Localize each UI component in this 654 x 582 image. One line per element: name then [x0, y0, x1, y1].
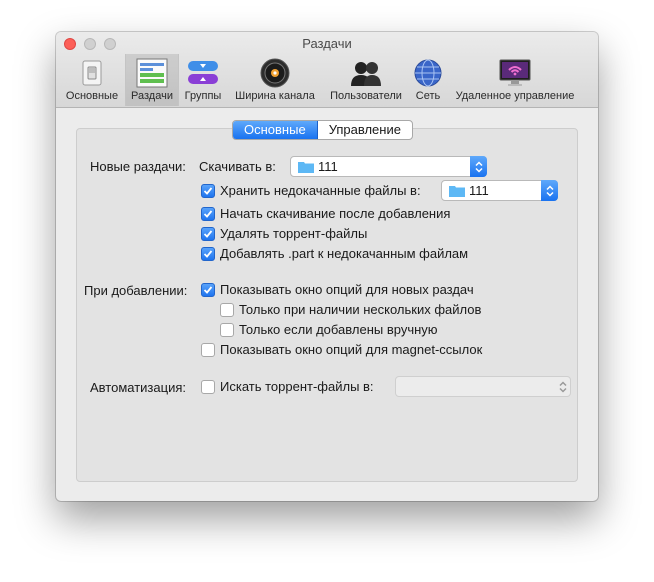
toolbar-item-general[interactable]: Основные: [62, 54, 122, 106]
speed-dial-icon: [260, 58, 290, 88]
toolbar-label-transfers: Раздачи: [131, 90, 173, 102]
users-icon: [351, 62, 381, 86]
toolbar-label-network: Сеть: [415, 90, 441, 102]
download-folder-value: 111: [318, 159, 338, 174]
automation-label: Автоматизация:: [90, 380, 186, 395]
transfers-list-icon: [136, 58, 168, 88]
toolbar-label-groups: Группы: [184, 90, 222, 102]
toolbar-item-users[interactable]: Пользователи: [324, 54, 408, 106]
toolbar-label-general: Основные: [65, 90, 119, 102]
popup-arrows-icon: [554, 376, 571, 397]
append-part-row[interactable]: Добавлять .part к недокачанным файлам: [201, 246, 468, 261]
start-after-add-checkbox[interactable]: [201, 206, 215, 221]
watch-folder-row[interactable]: Искать торрент-файлы в:: [201, 379, 374, 394]
tab-basic[interactable]: Основные: [233, 121, 318, 139]
watch-folder-popup[interactable]: [395, 376, 571, 397]
append-part-checkbox[interactable]: [201, 246, 215, 261]
show-options-checkbox[interactable]: [201, 282, 215, 297]
toolbar-label-bandwidth: Ширина канала: [235, 90, 315, 102]
only-manual-checkbox[interactable]: [220, 322, 234, 337]
window-title: Раздачи: [302, 36, 352, 51]
show-magnet-row[interactable]: Показывать окно опций для magnet-ссылок: [201, 342, 482, 357]
toolbar-label-users: Пользователи: [330, 90, 402, 102]
toolbar-item-transfers[interactable]: Раздачи: [125, 54, 179, 106]
incomplete-folder-value: 111: [469, 183, 489, 198]
tab-management[interactable]: Управление: [318, 121, 412, 139]
toolbar-item-remote[interactable]: Удаленное управление: [448, 54, 582, 106]
only-manual-label: Только если добавлены вручную: [239, 322, 438, 337]
start-after-add-row[interactable]: Начать скачивание после добавления: [201, 206, 450, 221]
keep-incomplete-label: Хранить недокачанные файлы в:: [220, 183, 421, 198]
download-to-label: Скачивать в:: [199, 159, 276, 174]
append-part-label: Добавлять .part к недокачанным файлам: [220, 246, 469, 261]
incomplete-folder-popup[interactable]: 111: [441, 180, 558, 201]
show-options-row[interactable]: Показывать окно опций для новых раздач: [201, 282, 474, 297]
only-multiple-row[interactable]: Только при наличии нескольких файлов: [220, 302, 481, 317]
groups-icon: [188, 61, 218, 84]
show-magnet-label: Показывать окно опций для magnet-ссылок: [220, 342, 483, 357]
light-switch-icon: [82, 60, 102, 86]
remote-monitor-icon: [499, 59, 531, 86]
toolbar-item-bandwidth[interactable]: Ширина канала: [228, 54, 322, 106]
delete-torrents-row[interactable]: Удалять торрент-файлы: [201, 226, 367, 241]
toolbar-item-network[interactable]: Сеть: [410, 54, 446, 106]
toolbar-label-remote: Удаленное управление: [455, 90, 575, 102]
tab-switcher: Основные Управление: [232, 120, 413, 140]
on-add-label: При добавлении:: [84, 283, 188, 298]
delete-torrents-label: Удалять торрент-файлы: [220, 226, 368, 241]
folder-icon: [298, 161, 314, 173]
folder-icon: [449, 185, 465, 197]
globe-icon: [414, 59, 442, 87]
new-transfers-label: Новые раздачи:: [90, 159, 186, 174]
download-folder-popup[interactable]: 111: [290, 156, 487, 177]
toolbar-item-groups[interactable]: Группы: [180, 54, 226, 106]
watch-folder-checkbox[interactable]: [201, 379, 215, 394]
only-manual-row[interactable]: Только если добавлены вручную: [220, 322, 438, 337]
keep-incomplete-row[interactable]: Хранить недокачанные файлы в:: [201, 183, 421, 198]
only-multiple-label: Только при наличии нескольких файлов: [239, 302, 482, 317]
show-options-label: Показывать окно опций для новых раздач: [220, 282, 474, 297]
watch-folder-label: Искать торрент-файлы в:: [220, 379, 374, 394]
keep-incomplete-checkbox[interactable]: [201, 183, 215, 198]
show-magnet-checkbox[interactable]: [201, 342, 215, 357]
delete-torrents-checkbox[interactable]: [201, 226, 215, 241]
preferences-window: Раздачи Основные Раздачи Группы Ширина к…: [56, 32, 598, 501]
popup-arrows-icon: [541, 180, 558, 201]
only-multiple-checkbox[interactable]: [220, 302, 234, 317]
popup-arrows-icon: [470, 156, 487, 177]
start-after-add-label: Начать скачивание после добавления: [220, 206, 451, 221]
toolbar: Раздачи Основные Раздачи Группы Ширина к…: [56, 32, 598, 108]
